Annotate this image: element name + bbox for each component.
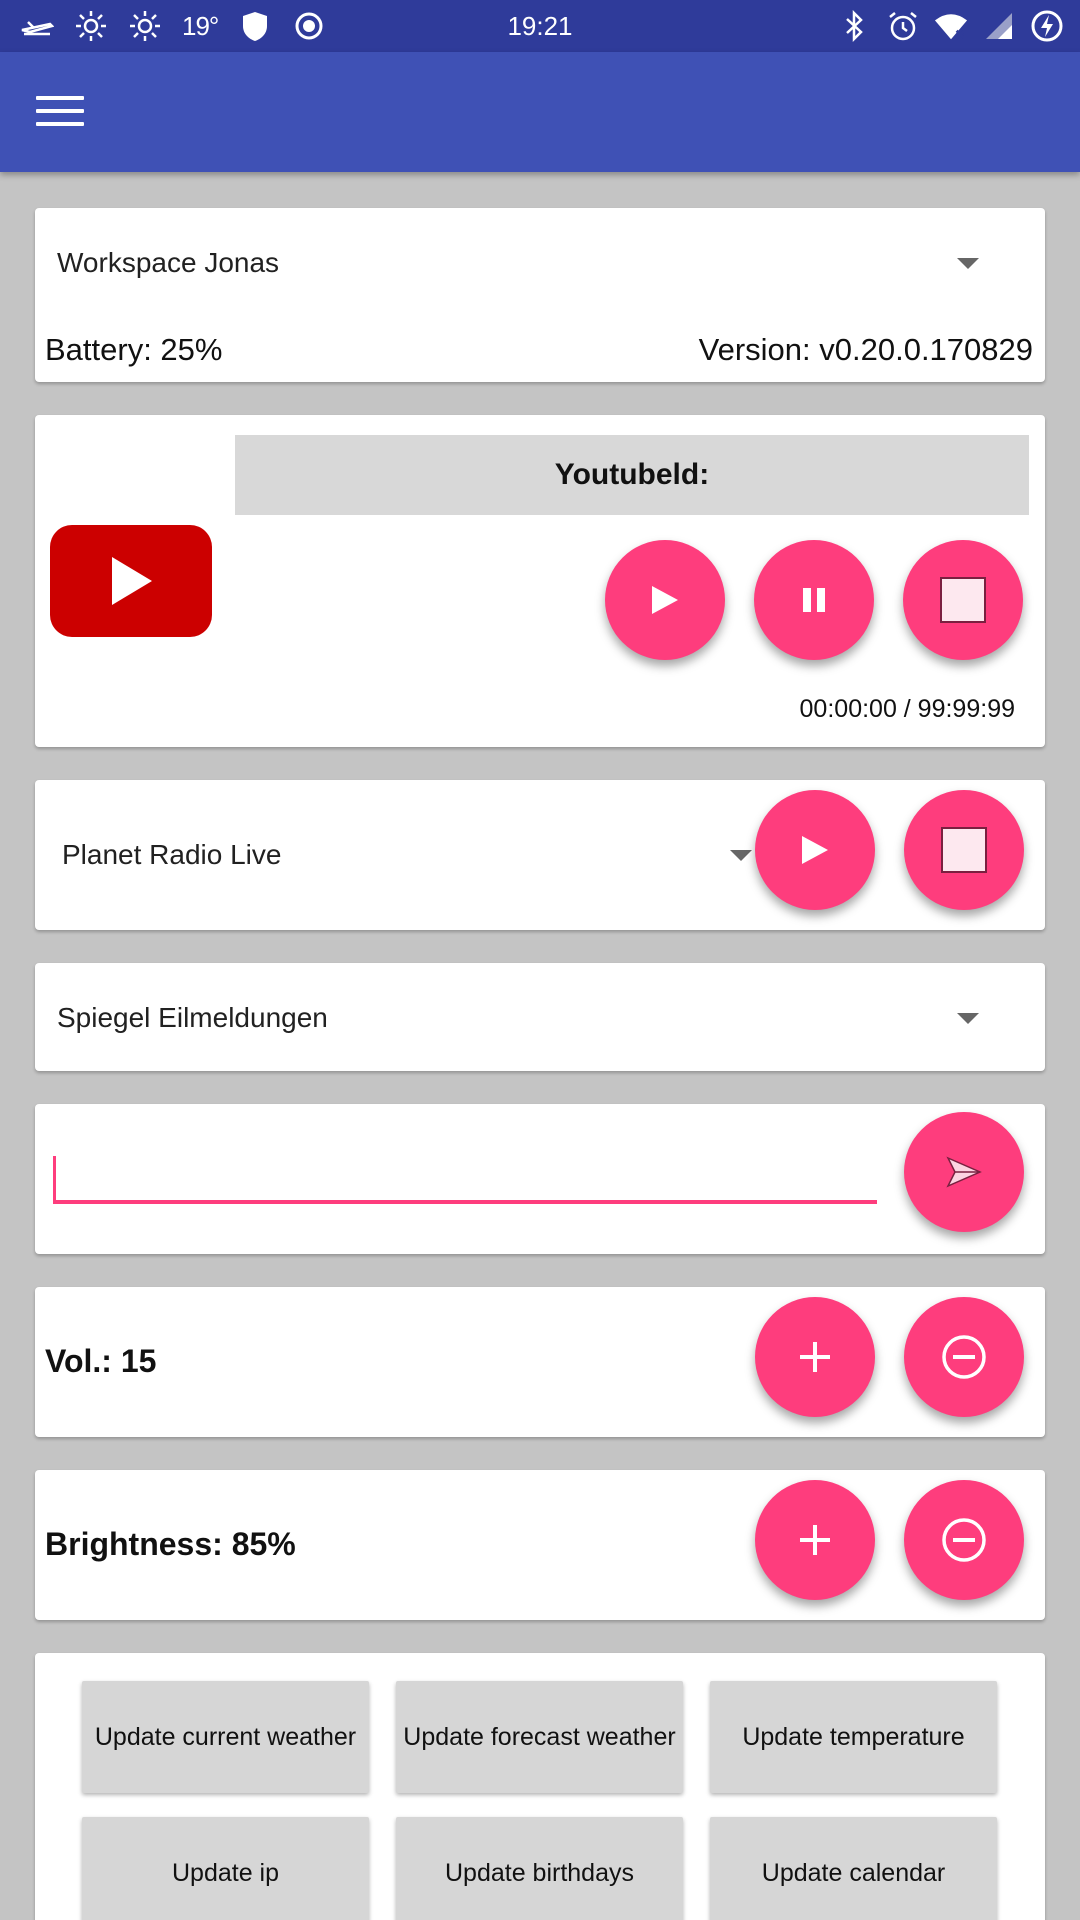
radio-selected: Planet Radio Live <box>62 839 282 870</box>
update-ip-button[interactable]: Update ip <box>82 1817 369 1920</box>
play-icon <box>652 586 678 614</box>
battery-text: Battery: 25% <box>45 332 223 367</box>
chevron-down-icon <box>730 850 752 861</box>
update-temperature-button[interactable]: Update temperature <box>710 1681 997 1793</box>
news-dropdown[interactable]: Spiegel Eilmeldungen <box>57 993 1025 1043</box>
send-button[interactable] <box>904 1112 1024 1232</box>
youtube-card: Youtubeld: 00:00:00 / 99:99:99 <box>35 415 1045 747</box>
battery-charging-icon <box>1030 9 1064 43</box>
send-icon <box>946 1156 982 1188</box>
youtube-logo-icon[interactable] <box>50 525 212 637</box>
youtube-play-button[interactable] <box>605 540 725 660</box>
plus-icon <box>800 1342 830 1372</box>
volume-up-button[interactable] <box>755 1297 875 1417</box>
news-selected: Spiegel Eilmeldungen <box>57 1002 328 1033</box>
updates-card: Update current weather Update forecast w… <box>35 1653 1045 1920</box>
youtube-pause-button[interactable] <box>754 540 874 660</box>
chevron-down-icon <box>957 1013 979 1024</box>
message-card <box>35 1104 1045 1254</box>
update-forecast-weather-button[interactable]: Update forecast weather <box>396 1681 683 1793</box>
pause-icon <box>803 588 825 612</box>
bluetooth-icon <box>838 9 872 43</box>
play-icon <box>802 836 828 864</box>
volume-card: Vol.: 15 <box>35 1287 1045 1437</box>
brightness-up-button[interactable] <box>755 1480 875 1600</box>
update-current-weather-button[interactable]: Update current weather <box>82 1681 369 1793</box>
minus-circle-icon <box>942 1518 986 1562</box>
brightness-label: Brightness: 85% <box>45 1526 296 1562</box>
plus-icon <box>800 1525 830 1555</box>
version-text: Version: v0.20.0.170829 <box>698 332 1033 367</box>
brightness-card: Brightness: 85% <box>35 1470 1045 1620</box>
app-bar <box>0 52 1080 172</box>
radio-stop-button[interactable] <box>904 790 1024 910</box>
chevron-down-icon <box>957 258 979 269</box>
menu-icon[interactable] <box>36 96 84 130</box>
workspace-card: Workspace Jonas Battery: 25% Version: v0… <box>35 208 1045 382</box>
minus-circle-icon <box>942 1335 986 1379</box>
wifi-off-icon <box>934 9 968 43</box>
update-birthdays-button[interactable]: Update birthdays <box>396 1817 683 1920</box>
youtube-stop-button[interactable] <box>903 540 1023 660</box>
text-cursor <box>53 1156 56 1202</box>
news-card: Spiegel Eilmeldungen <box>35 963 1045 1071</box>
workspace-dropdown[interactable]: Workspace Jonas <box>57 238 1025 288</box>
youtube-time-text: 00:00:00 / 99:99:99 <box>799 695 1015 723</box>
radio-play-button[interactable] <box>755 790 875 910</box>
brightness-down-button[interactable] <box>904 1480 1024 1600</box>
radio-dropdown[interactable]: Planet Radio Live <box>62 830 752 880</box>
signal-icon <box>982 9 1016 43</box>
volume-down-button[interactable] <box>904 1297 1024 1417</box>
radio-card: Planet Radio Live <box>35 780 1045 930</box>
message-input[interactable] <box>53 1152 877 1204</box>
update-calendar-button[interactable]: Update calendar <box>710 1817 997 1920</box>
workspace-selected: Workspace Jonas <box>57 247 280 278</box>
stop-icon <box>940 577 986 623</box>
status-bar: 19° 19:21 <box>0 0 1080 52</box>
youtube-id-header: Youtubeld: <box>235 435 1029 515</box>
stop-icon <box>941 827 987 873</box>
alarm-icon <box>886 9 920 43</box>
volume-label: Vol.: 15 <box>45 1343 157 1379</box>
